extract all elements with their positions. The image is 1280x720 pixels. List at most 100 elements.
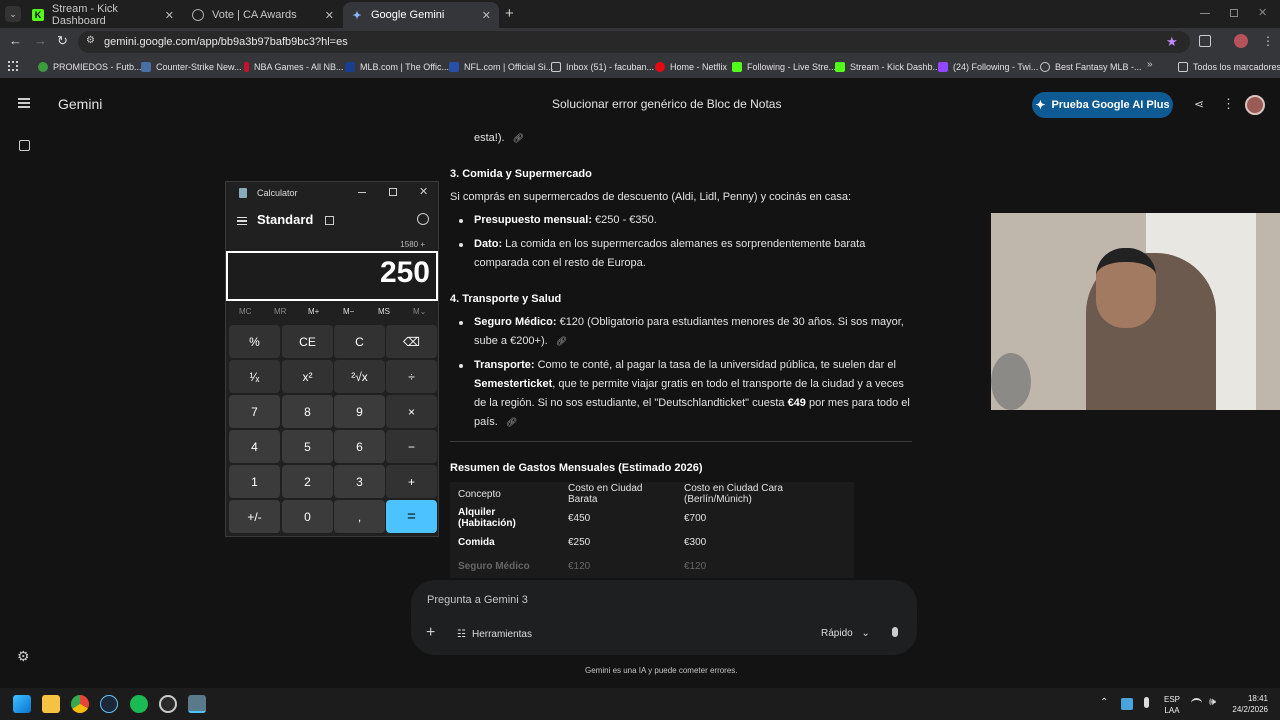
chrome-icon[interactable] (71, 695, 89, 713)
digit-1-button[interactable]: 1 (229, 465, 280, 498)
language-indicator[interactable]: ESP LAA (1164, 694, 1180, 716)
all-bookmarks-folder[interactable]: Todos los marcadores (1178, 60, 1280, 74)
digit-3-button[interactable]: 3 (334, 465, 385, 498)
tab-kick-dashboard[interactable]: K Stream - Kick Dashboard ✕ (24, 2, 182, 28)
memory-subtract-button[interactable]: M− (343, 307, 354, 316)
microphone-icon[interactable] (892, 627, 898, 637)
bookmark-inbox[interactable]: Inbox (51) - facuban... (551, 60, 654, 74)
more-options-icon[interactable]: ⋮ (1222, 96, 1235, 112)
bookmark-counter-strike[interactable]: Counter-Strike New... (141, 60, 242, 74)
calc-maximize-icon[interactable] (389, 188, 397, 196)
memory-recall-button[interactable]: MR (274, 307, 286, 316)
multiply-button[interactable]: × (386, 395, 437, 428)
clear-entry-button[interactable]: CE (282, 325, 333, 358)
memory-list-button[interactable]: M⌄ (413, 307, 426, 316)
extensions-icon[interactable] (1199, 35, 1211, 47)
address-bar[interactable]: ⚙ gemini.google.com/app/bb9a3b97bafb9bc3… (78, 31, 1190, 53)
minimize-icon[interactable] (1200, 13, 1210, 14)
mode-selector[interactable]: Rápido ⌄ (821, 628, 870, 639)
digit-0-button[interactable]: 0 (282, 500, 333, 533)
restore-icon[interactable] (1230, 9, 1238, 17)
square-root-button[interactable]: ²√x (334, 360, 385, 393)
link-icon[interactable]: 🔗︎ (513, 133, 524, 143)
link-icon[interactable]: 🔗︎ (506, 417, 517, 427)
negate-button[interactable]: +/- (229, 500, 280, 533)
memory-store-button[interactable]: MS (378, 307, 390, 316)
calc-minimize-icon[interactable] (358, 192, 366, 193)
bullet-dot (459, 321, 463, 325)
decimal-button[interactable]: , (334, 500, 385, 533)
close-window-icon[interactable]: ✕ (1258, 6, 1267, 19)
memory-add-button[interactable]: M+ (308, 307, 319, 316)
reciprocal-button[interactable]: ¹⁄ₓ (229, 360, 280, 393)
reload-icon[interactable]: ↻ (57, 33, 68, 49)
digit-6-button[interactable]: 6 (334, 430, 385, 463)
square-button[interactable]: x² (282, 360, 333, 393)
new-tab-icon[interactable]: + (505, 5, 514, 22)
gemini-brand[interactable]: Gemini (58, 96, 102, 112)
digit-5-button[interactable]: 5 (282, 430, 333, 463)
clear-button[interactable]: C (334, 325, 385, 358)
close-tab-icon[interactable]: ✕ (482, 9, 491, 22)
digit-2-button[interactable]: 2 (282, 465, 333, 498)
bookmark-kick-dashboard[interactable]: Stream - Kick Dashb... (835, 60, 940, 74)
digit-8-button[interactable]: 8 (282, 395, 333, 428)
add-button[interactable]: + (386, 465, 437, 498)
divide-button[interactable]: ÷ (386, 360, 437, 393)
calc-close-icon[interactable]: ✕ (419, 185, 428, 198)
main-menu-icon[interactable] (18, 98, 30, 108)
apps-icon[interactable] (8, 61, 18, 71)
bookmark-promiedos[interactable]: PROMIEDOS - Futb... (38, 60, 142, 74)
file-explorer-icon[interactable] (42, 695, 60, 713)
spotify-icon[interactable] (130, 695, 148, 713)
calc-nav-menu-icon[interactable] (237, 217, 247, 225)
more-bookmarks-icon[interactable]: » (1147, 59, 1153, 70)
digit-7-button[interactable]: 7 (229, 395, 280, 428)
obs-icon[interactable] (159, 695, 177, 713)
digit-4-button[interactable]: 4 (229, 430, 280, 463)
section-heading: 3. Comida y Supermercado (450, 168, 592, 180)
percent-button[interactable]: % (229, 325, 280, 358)
backspace-button[interactable]: ⌫ (386, 325, 437, 358)
bookmark-netflix[interactable]: Home - Netflix (655, 60, 727, 74)
try-ai-plus-button[interactable]: ✦ Prueba Google AI Plus (1032, 92, 1173, 118)
prompt-input[interactable]: Pregunta a Gemini 3 (427, 594, 528, 606)
bookmark-nba[interactable]: NBA Games - All NB... (244, 60, 344, 74)
settings-icon[interactable]: ⚙ (17, 648, 30, 665)
share-icon[interactable]: ⋖ (1194, 97, 1204, 111)
bookmark-twitch[interactable]: (24) Following - Twi... (938, 60, 1038, 74)
memory-clear-button[interactable]: MC (239, 307, 251, 316)
add-attachment-icon[interactable]: + (426, 624, 435, 642)
webcam-overlay (991, 213, 1280, 410)
clock[interactable]: 18:41 24/2/2026 (1228, 693, 1268, 715)
subtract-button[interactable]: − (386, 430, 437, 463)
browser-menu-icon[interactable]: ⋮ (1262, 34, 1274, 48)
site-info-icon[interactable]: ⚙ (86, 35, 95, 46)
forward-icon[interactable]: → (34, 33, 47, 48)
tab-search-icon[interactable]: ⌄ (5, 6, 21, 22)
history-icon[interactable] (417, 213, 429, 225)
bookmark-star-icon[interactable]: ★ (1166, 34, 1178, 50)
start-icon[interactable] (13, 695, 31, 713)
tab-ca-awards[interactable]: Vote | CA Awards ✕ (184, 2, 342, 28)
back-icon[interactable]: ← (9, 33, 22, 48)
link-icon[interactable]: 🔗︎ (556, 336, 567, 346)
tab-google-gemini[interactable]: ✦ Google Gemini ✕ (343, 2, 499, 28)
digit-9-button[interactable]: 9 (334, 395, 385, 428)
bookmark-mlb[interactable]: MLB.com | The Offic... (345, 60, 449, 74)
close-tab-icon[interactable]: ✕ (325, 9, 334, 22)
new-chat-icon[interactable] (19, 140, 30, 151)
calculator-taskbar-icon[interactable] (188, 695, 206, 713)
tools-button[interactable]: ☷ Herramientas (457, 629, 532, 640)
close-tab-icon[interactable]: ✕ (165, 9, 174, 22)
bookmark-nfl[interactable]: NFL.com | Official Si... (449, 60, 553, 74)
bookmark-kick-following[interactable]: Following - Live Stre... (732, 60, 836, 74)
bookmark-fantasy-mlb[interactable]: Best Fantasy MLB -... (1040, 60, 1142, 74)
keep-on-top-icon[interactable] (325, 216, 334, 225)
equals-button[interactable]: = (386, 500, 437, 533)
account-avatar[interactable] (1245, 95, 1265, 115)
steam-icon[interactable] (100, 695, 118, 713)
profile-icon[interactable] (1234, 34, 1248, 48)
tab-title: Google Gemini (371, 9, 445, 21)
tray-overflow-icon[interactable]: ⌃ (1100, 697, 1108, 708)
